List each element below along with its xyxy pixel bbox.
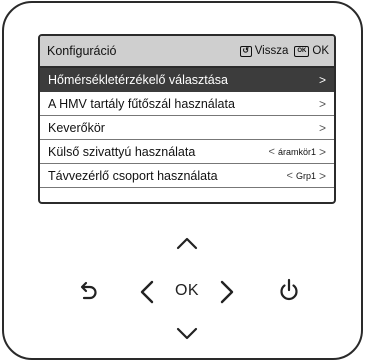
chevron-right-icon (220, 280, 234, 304)
ok-hint: OK OK (294, 45, 329, 57)
menu-item-label: A HMV tartály fűtőszál használata (48, 96, 235, 111)
menu-item-external-pump[interactable]: Külső szivattyú használata < áramkör1 > (40, 140, 334, 164)
ok-button-label: OK (174, 282, 200, 299)
ok-button[interactable]: OK (168, 280, 206, 302)
back-button[interactable] (73, 275, 103, 305)
menu-item-remote-group[interactable]: Távvezérlő csoport használata < Grp1 > (40, 164, 334, 188)
menu-item-label: Távvezérlő csoport használata (48, 168, 218, 183)
chevron-left-icon (140, 280, 154, 304)
page-title: Konfiguráció (47, 44, 117, 58)
back-hint: ↺ Vissza (239, 45, 289, 57)
controller-device: Konfiguráció ↺ Vissza OK OK Hőmérsékleté… (2, 1, 363, 360)
settings-menu: Hőmérsékletérzékelő választása > A HMV t… (40, 68, 334, 188)
menu-item-label: Keverőkör (48, 120, 105, 135)
right-button[interactable] (214, 277, 240, 307)
up-button[interactable] (173, 232, 201, 254)
chevron-down-icon (176, 327, 198, 340)
power-button[interactable] (274, 275, 304, 305)
chevron-right-icon[interactable]: > (319, 145, 326, 159)
chevron-right-icon: > (318, 120, 326, 135)
down-button[interactable] (173, 323, 201, 345)
menu-item-temperature-sensor[interactable]: Hőmérsékletérzékelő választása > (40, 68, 334, 92)
lcd-screen: Konfiguráció ↺ Vissza OK OK Hőmérsékleté… (38, 34, 336, 204)
ok-key-icon: OK (294, 45, 310, 57)
ok-hint-label: OK (312, 45, 329, 57)
chevron-left-icon[interactable]: < (269, 146, 275, 158)
menu-item-label: Hőmérsékletérzékelő választása (48, 72, 228, 87)
back-key-icon: ↺ (239, 45, 252, 57)
back-hint-label: Vissza (254, 45, 289, 57)
chevron-left-icon[interactable]: < (287, 170, 293, 182)
left-button[interactable] (134, 277, 160, 307)
chevron-right-icon: > (318, 72, 326, 87)
chevron-right-icon[interactable]: > (319, 169, 326, 183)
menu-item-value: Grp1 (295, 170, 316, 181)
chevron-up-icon (176, 237, 198, 250)
menu-item-label: Külső szivattyú használata (48, 144, 196, 159)
back-icon (80, 281, 97, 300)
screen-header: Konfiguráció ↺ Vissza OK OK (40, 36, 334, 68)
menu-item-mixing-circuit[interactable]: Keverőkör > (40, 116, 334, 140)
chevron-right-icon: > (318, 96, 326, 111)
power-icon (280, 278, 298, 301)
menu-item-value: áramkör1 (277, 146, 316, 157)
menu-item-dhw-tank-heater[interactable]: A HMV tartály fűtőszál használata > (40, 92, 334, 116)
